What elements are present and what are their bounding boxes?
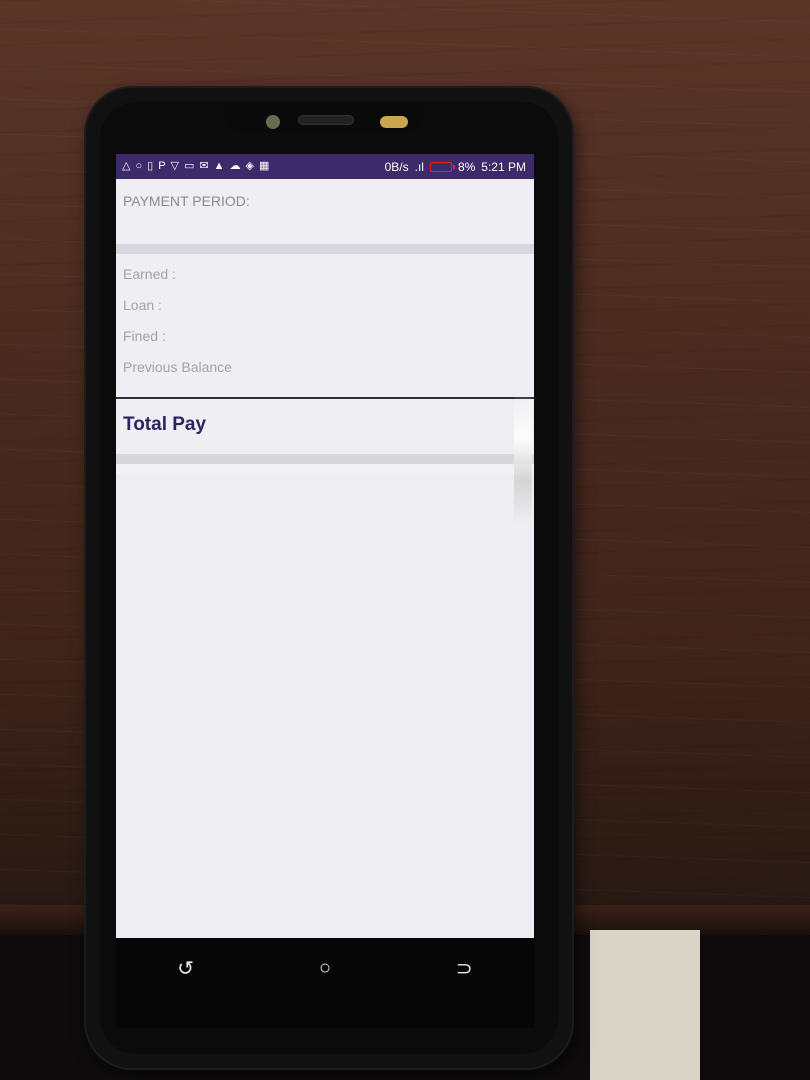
total-pay-label: Total Pay — [123, 414, 207, 435]
warning-triangle-icon: △ — [122, 160, 131, 172]
section-separator-bottom — [116, 454, 534, 464]
parking-icon: P — [158, 160, 166, 172]
paper-sheet — [590, 930, 700, 1080]
p-icon: ▯ — [147, 160, 154, 172]
cloud-icon: ☁ — [229, 160, 241, 172]
circle-icon: ○ — [135, 160, 143, 172]
loan-label: Loan : — [123, 297, 162, 313]
fined-label: Fined : — [123, 328, 166, 344]
shield-icon: ◈ — [245, 160, 254, 172]
status-bar: △ ○ ▯ P ▽ ▭ ✉ ▲ ☁ ◈ ▦ 0B/s .ıl 8% 5:21 P… — [116, 154, 534, 179]
net-speed: 0B/s — [384, 159, 409, 174]
front-flash — [380, 116, 408, 128]
screen-crack — [514, 394, 532, 524]
status-right: 0B/s .ıl 8% 5:21 PM — [385, 160, 526, 174]
empty-strip — [116, 464, 534, 474]
navigation-bar: ↺ ○ ⊃ — [116, 938, 534, 1028]
alert-icon: ▲ — [213, 160, 225, 172]
earned-label: Earned : — [123, 266, 176, 282]
payment-period-section: PAYMENT PERIOD: — [116, 179, 534, 244]
battery-icon — [429, 161, 455, 172]
recent-apps-icon[interactable]: ↺ — [171, 956, 201, 981]
signal-chart-icon: ▦ — [258, 160, 270, 172]
notification-icons: △ ○ ▯ P ▽ ▭ ✉ ▲ ☁ ◈ ▦ — [122, 161, 269, 172]
previous-balance-label: Previous Balance — [123, 359, 232, 375]
back-icon[interactable]: ⊃ — [449, 956, 479, 981]
mail-icon: ✉ — [199, 160, 209, 172]
home-icon[interactable]: ○ — [310, 957, 340, 980]
phone-body: △ ○ ▯ P ▽ ▭ ✉ ▲ ☁ ◈ ▦ 0B/s .ıl 8% 5:21 P… — [86, 88, 572, 1068]
summary-divider — [116, 397, 534, 399]
shirt-icon: ▽ — [170, 160, 179, 172]
payment-period-label: PAYMENT PERIOD: — [123, 193, 250, 209]
phone-screen: △ ○ ▯ P ▽ ▭ ✉ ▲ ☁ ◈ ▦ 0B/s .ıl 8% 5:21 P… — [116, 154, 534, 938]
earpiece-speaker — [298, 115, 354, 125]
clock: 5:21 PM — [481, 159, 526, 174]
section-separator — [116, 244, 534, 254]
battery-percent: 8% — [457, 159, 476, 174]
image-icon: ▭ — [184, 160, 195, 172]
signal-icon: .ıl — [414, 159, 424, 174]
front-camera — [266, 115, 280, 129]
